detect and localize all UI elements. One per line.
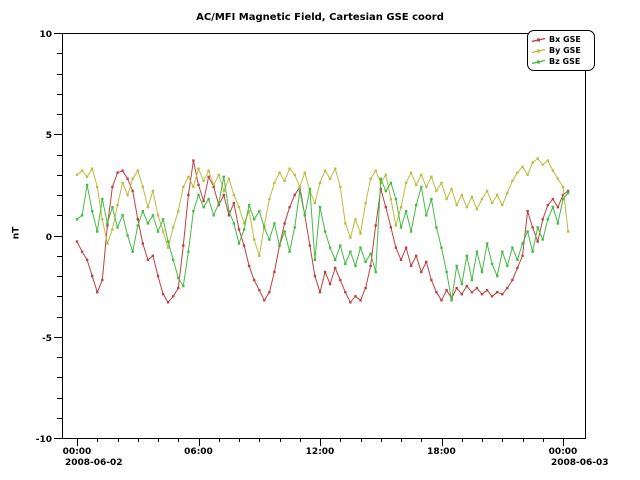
legend-entry-by: By GSE	[532, 45, 592, 56]
legend-swatch-marker	[537, 38, 540, 41]
legend-label-bz: Bz GSE	[549, 57, 580, 66]
x-date-label: 2008-06-03	[551, 458, 609, 468]
y-tick-label: -5	[42, 334, 52, 344]
y-tick-label: -10	[36, 435, 52, 445]
legend: Bx GSE By GSE Bz GSE	[527, 30, 595, 71]
legend-label-by: By GSE	[549, 46, 581, 55]
series-line-bx	[77, 161, 568, 303]
bx-line-swatch-icon	[532, 36, 546, 44]
legend-entry-bx: Bx GSE	[532, 34, 592, 45]
x-tick-label: 00:00	[63, 447, 92, 457]
x-tick-label: 12:00	[306, 447, 335, 457]
x-tick-label: 00:00	[549, 447, 578, 457]
legend-swatch-marker	[537, 49, 540, 52]
chart-canvas: AC/MFI Magnetic Field, Cartesian GSE coo…	[0, 0, 640, 480]
y-tick-label: 5	[46, 131, 52, 141]
x-tick-label: 06:00	[184, 447, 213, 457]
bz-line-swatch-icon	[532, 58, 546, 66]
y-tick-label: 0	[46, 233, 52, 243]
legend-entry-bz: Bz GSE	[532, 56, 592, 67]
legend-swatch-marker	[537, 60, 540, 63]
x-tick-label: 18:00	[427, 447, 456, 457]
by-line-swatch-icon	[532, 47, 546, 55]
series-markers-by	[76, 157, 570, 257]
legend-label-bx: Bx GSE	[549, 35, 581, 44]
y-tick-label: 10	[39, 30, 52, 40]
x-date-label: 2008-06-02	[65, 458, 123, 468]
plot-area: -10-5051000:002008-06-0206:0012:0018:000…	[0, 0, 640, 480]
series-line-by	[77, 159, 568, 256]
